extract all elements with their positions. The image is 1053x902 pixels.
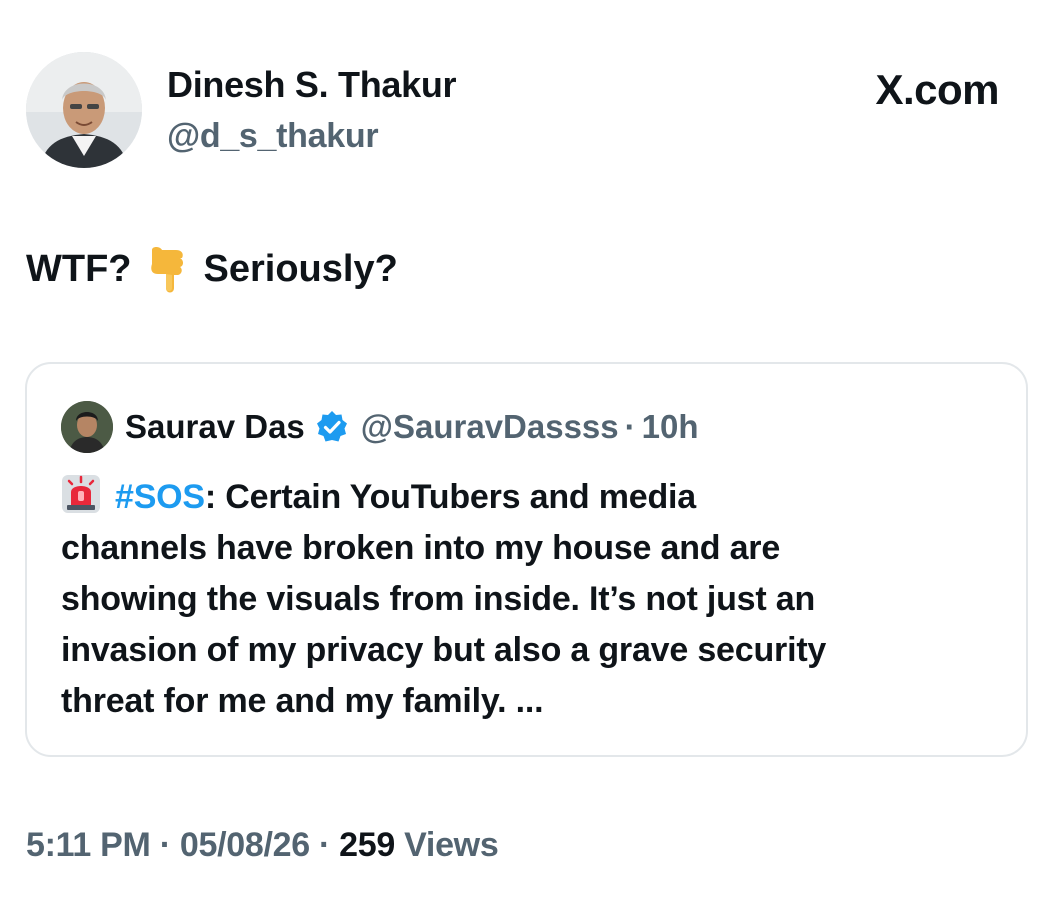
quoted-author-name[interactable]: Saurav Das	[125, 408, 305, 446]
quoted-body-line-3: showing the visuals from inside. It’s no…	[61, 580, 816, 618]
quoted-timestamp[interactable]: 10h	[642, 408, 699, 446]
quoted-body-line-4: invasion of my privacy but also a grave …	[61, 631, 827, 669]
meta-separator-2: ·	[318, 826, 331, 864]
quoted-body-line-2: channels have broken into my house and a…	[61, 529, 781, 567]
views-label: Views	[404, 826, 499, 864]
post-date[interactable]: 05/08/26	[180, 826, 310, 864]
quoted-body-line-1-text: : Certain YouTubers and media	[204, 478, 696, 516]
tweet-metadata: 5:11 PM · 05/08/26 · 259 Views	[26, 826, 499, 865]
pointing-down-emoji-icon	[146, 244, 190, 294]
quoted-author-avatar-image	[61, 401, 113, 453]
quoted-tweet-body: #SOS: Certain YouTubers and media channe…	[61, 472, 1011, 727]
tweet-text: WTF? Seriously?	[26, 244, 398, 294]
header-separator: ·	[624, 408, 636, 445]
police-light-emoji-icon	[61, 474, 101, 514]
quoted-tweet-header: Saurav Das @SauravDassss · 10h	[61, 401, 699, 453]
author-avatar[interactable]	[26, 52, 142, 168]
tweet-text-part1: WTF?	[26, 247, 132, 290]
site-logo: X.com	[875, 66, 999, 113]
meta-separator-1: ·	[159, 826, 171, 864]
verified-badge-icon	[315, 410, 349, 444]
author-handle[interactable]: @d_s_thakur	[167, 117, 379, 156]
hashtag-link[interactable]: #SOS	[115, 478, 205, 516]
quoted-author-handle[interactable]: @SauravDassss	[361, 408, 619, 446]
quoted-body-line-1: #SOS: Certain YouTubers and media	[61, 472, 1011, 523]
quoted-tweet-card[interactable]: Saurav Das @SauravDassss · 10h #SOS: Cer…	[25, 362, 1028, 757]
views-count: 259	[339, 826, 395, 864]
quoted-body-line-5: threat for me and my family. ...	[61, 682, 544, 720]
author-avatar-image	[26, 52, 142, 168]
author-name[interactable]: Dinesh S. Thakur	[167, 64, 457, 106]
tweet-text-part2: Seriously?	[203, 247, 398, 290]
quoted-author-avatar[interactable]	[61, 401, 113, 453]
post-time[interactable]: 5:11 PM	[26, 826, 151, 864]
